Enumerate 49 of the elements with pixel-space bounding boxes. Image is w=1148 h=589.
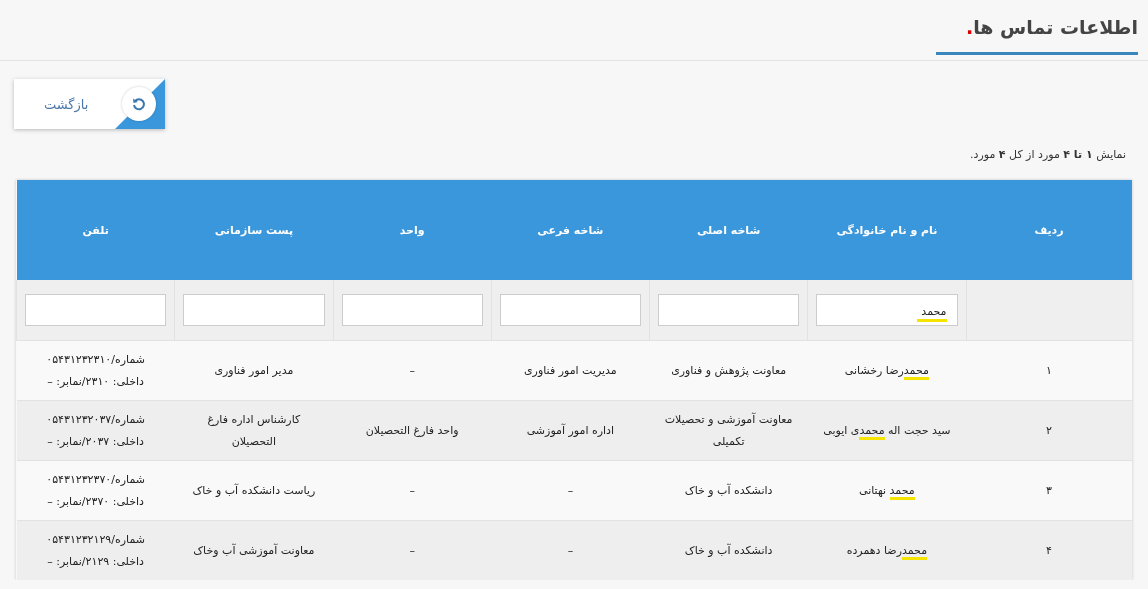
refresh-icon [132,97,146,111]
filter-field[interactable] [658,294,800,326]
table-cell: معاونت آموزشی و تحصیلات تکمیلی [664,412,793,448]
table-cell-text: داخلی: ۲۰۳۷/نمابر: – [46,433,145,450]
table-cell: سید حجت اله محمدی ایوبی [823,423,951,440]
filter-field[interactable] [183,294,325,326]
table-cell-text: شماره/۰۵۴۳۱۲۳۲۰۳۷ [45,411,146,428]
table-cell-text: داخلی: ۲۳۱۰/نمابر: – [46,373,145,390]
filter-field[interactable] [341,294,483,326]
column-header: تلفن [16,180,175,280]
table-cell: ۳ [1046,483,1052,497]
table-cell: ریاست دانشکده آب و خاک [192,483,316,497]
table-cell: – [567,483,574,497]
table-cell: محمدرضا رخشانی [844,363,929,380]
page-title: اطلاعات تماس ها. [935,16,1138,55]
table-cell: – [409,483,415,497]
table-cell: ۲ [1046,423,1052,437]
result-summary: نمایش ۱ تا ۴ مورد از کل ۴ مورد. [970,148,1126,161]
table-cell: واحد فارغ التحصیلان [365,423,459,437]
table-cell-text: شماره/۰۵۴۳۱۲۳۲۳۱۰ [45,351,146,368]
filter-field[interactable] [25,294,167,326]
table-cell: معاونت آموزشی آب وخاک [193,543,315,557]
column-header: شاخه اصلی [649,180,808,280]
table-cell: – [409,543,415,557]
column-header: شاخه فرعی [491,180,650,280]
table-cell: مدیریت امور فناوری [524,363,617,377]
table-cell: اداره امور آموزشی [526,423,615,437]
filter-field[interactable]: محمد [816,294,958,326]
table-cell: دانشکده آب و خاک [684,543,773,557]
filter-field[interactable] [499,294,641,326]
table-cell: – [409,363,415,377]
table-cell-text: شماره/۰۵۴۳۱۲۳۲۳۷۰ [45,471,146,488]
table-cell-text: شماره/۰۵۴۳۱۲۳۲۱۲۹ [45,531,146,548]
table-cell-text: داخلی: ۲۱۲۹/نمابر: – [46,553,145,570]
column-header: واحد [333,180,492,280]
table-cell: محمد نهتانی [859,483,915,500]
column-header: ردیف [966,180,1132,280]
table-cell: ۱ [1046,363,1052,377]
table-cell: دانشکده آب و خاک [684,483,773,497]
table-cell: محمدرضا دهمرده [846,543,928,560]
table-cell: کارشناس اداره فارغ التحصیلان [207,412,301,448]
column-header: پست سازمانی [174,180,333,280]
table-cell: ۴ [1046,543,1052,557]
table-cell: – [567,543,574,557]
table-cell: معاونت پژوهش و فناوری [671,363,787,377]
back-button[interactable]: بازگشت [14,79,165,129]
column-header: نام و نام خانوادگی [807,180,966,280]
table-cell-text: داخلی: ۲۳۷۰/نمابر: – [46,493,145,510]
table-cell: مدیر امور فناوری [214,363,294,377]
